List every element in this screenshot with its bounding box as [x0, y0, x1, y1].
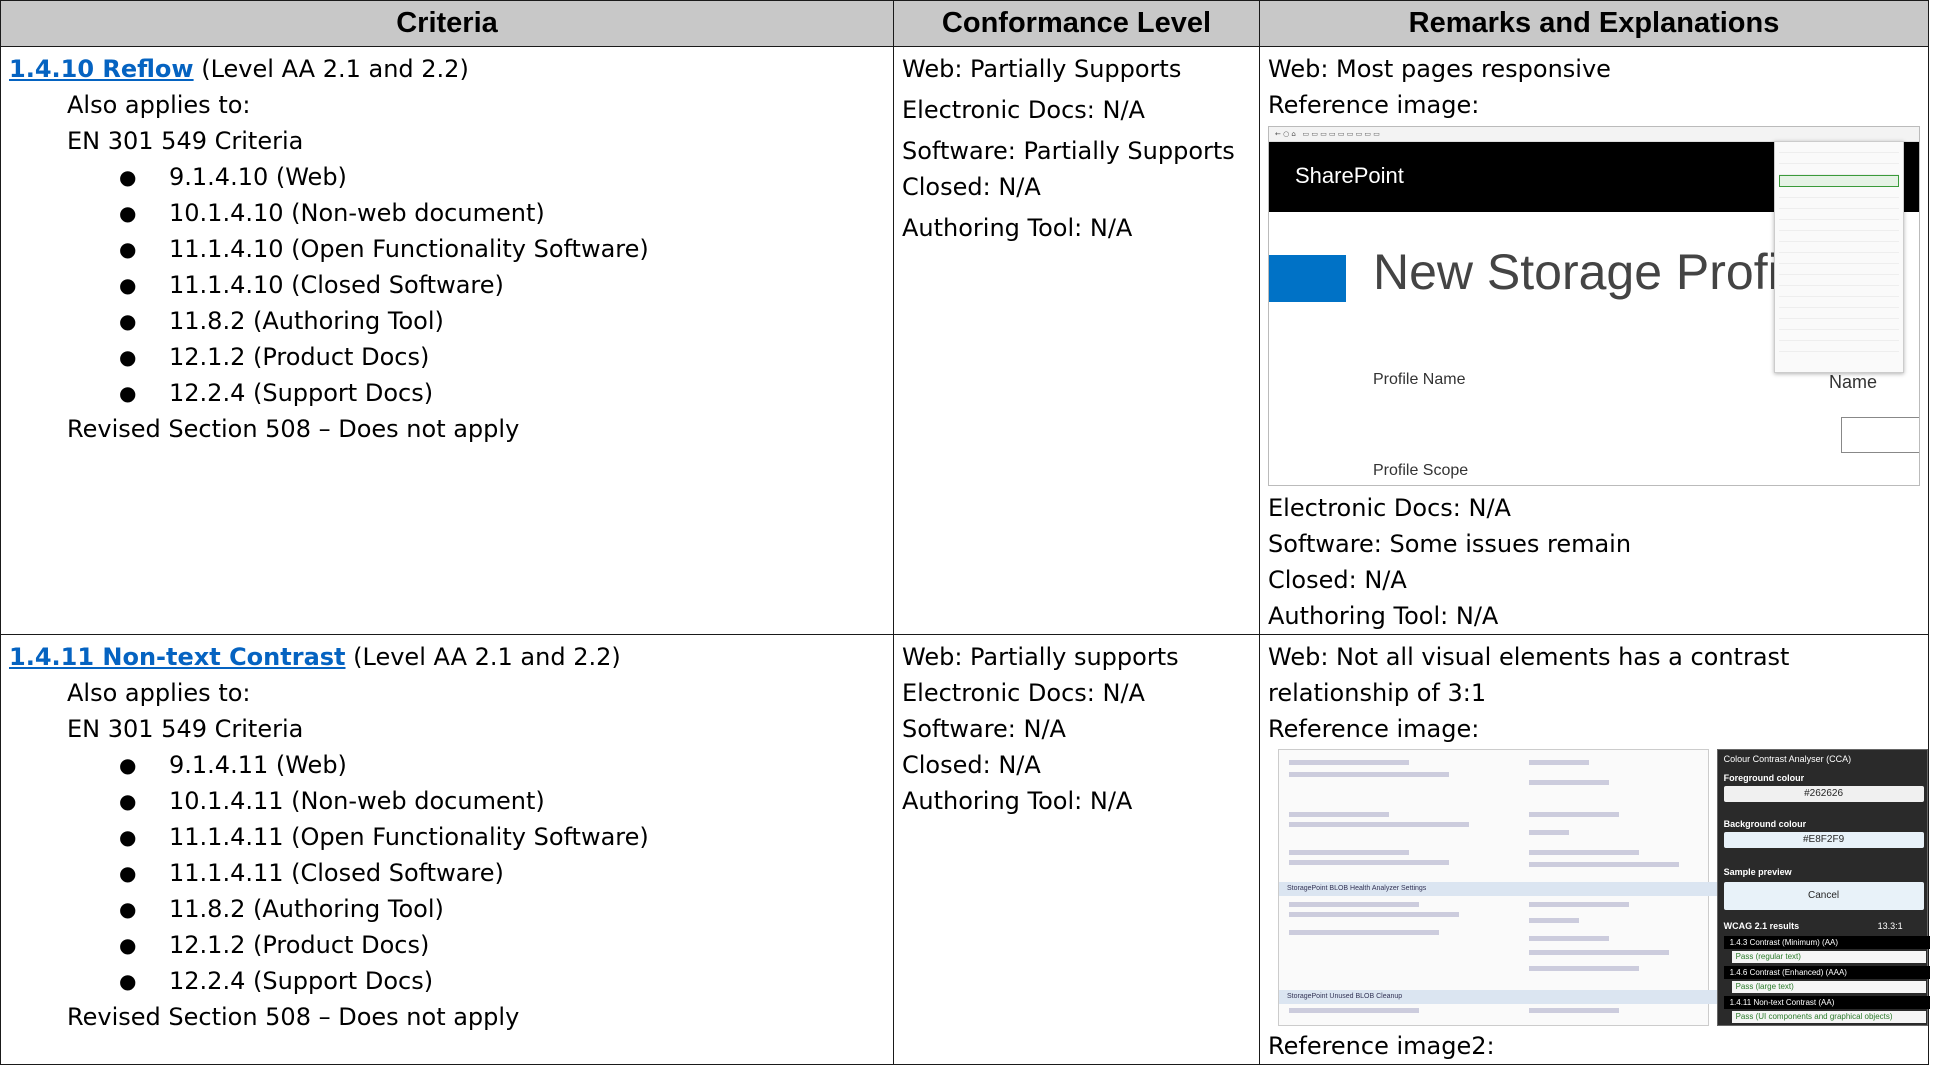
conformance-closed: Closed: N/A — [902, 751, 1041, 779]
name-input-box — [1841, 417, 1919, 453]
remark-software: Software: Some issues remain — [1268, 530, 1632, 558]
remarks-cell: Web: Not all visual elements has a contr… — [1259, 634, 1930, 1065]
conformance-web: Web: Partially Supports — [902, 55, 1182, 83]
list-item: 11.1.4.10 (Closed Software) — [119, 267, 893, 303]
en-criteria-list: 9.1.4.11 (Web) 10.1.4.11 (Non-web docume… — [9, 747, 893, 999]
reference-image-label: Reference image: — [1268, 91, 1480, 119]
reference-image2-label: Reference image2: — [1268, 1032, 1495, 1060]
conformance-web: Web: Partially supports — [902, 643, 1179, 671]
en-criteria-label: EN 301 549 Criteria — [67, 715, 304, 743]
list-item: 11.1.4.11 (Closed Software) — [119, 855, 893, 891]
result-1-4-3: 1.4.3 Contrast (Minimum) (AA) — [1723, 936, 1930, 949]
foreground-value: #262626 — [1723, 786, 1924, 802]
criteria-cell: 1.4.11 Non-text Contrast (Level AA 2.1 a… — [0, 634, 894, 1065]
cca-title: Colour Contrast Analyser (CCA) — [1723, 754, 1852, 764]
criterion-heading: 1.4.11 Non-text Contrast (Level AA 2.1 a… — [9, 639, 893, 675]
list-item: 12.1.2 (Product Docs) — [119, 339, 893, 375]
storagepoint-settings-screenshot: StoragePoint BLOB Health Analyzer Settin… — [1278, 749, 1719, 1026]
sharepoint-brand: SharePoint — [1295, 163, 1404, 188]
profile-name-label: Profile Name — [1373, 371, 1466, 388]
result-1-4-6: 1.4.6 Contrast (Enhanced) (AAA) — [1723, 966, 1930, 979]
contrast-ratio: 13.3:1 — [1877, 921, 1903, 931]
table-header-row: Criteria Conformance Level Remarks and E… — [0, 0, 1929, 47]
remark-web: Web: Not all visual elements has a contr… — [1268, 643, 1790, 671]
header-conformance-level: Conformance Level — [893, 0, 1260, 47]
table-row: 1.4.11 Non-text Contrast (Level AA 2.1 a… — [0, 634, 1930, 1065]
background-value: #E8F2F9 — [1723, 832, 1924, 848]
conformance-cell: Web: Partially Supports Electronic Docs:… — [893, 46, 1260, 635]
en-criteria-label: EN 301 549 Criteria — [67, 127, 304, 155]
list-item: 11.1.4.11 (Open Functionality Software) — [119, 819, 893, 855]
list-item: 11.1.4.10 (Open Functionality Software) — [119, 231, 893, 267]
page-title: New Storage Profile — [1373, 244, 1818, 300]
list-item: 12.1.2 (Product Docs) — [119, 927, 893, 963]
browser-address-bar: ← ○ ⌂ ▭ ▭ ▭ ▭ ▭ ▭ ▭ ▭ ▭ — [1269, 127, 1919, 142]
header-remarks: Remarks and Explanations — [1259, 0, 1929, 47]
conformance-table: Criteria Conformance Level Remarks and E… — [0, 0, 1930, 1065]
header-criteria: Criteria — [0, 0, 894, 47]
criterion-heading: 1.4.10 Reflow (Level AA 2.1 and 2.2) — [9, 51, 893, 87]
list-item: 11.8.2 (Authoring Tool) — [119, 891, 893, 927]
profile-scope-label: Profile Scope — [1373, 462, 1469, 479]
remark-docs: Electronic Docs: N/A — [1268, 494, 1511, 522]
remarks-cell: Web: Most pages responsive Reference ima… — [1259, 46, 1929, 635]
remark-closed: Closed: N/A — [1268, 566, 1407, 594]
reference-image-contrast: StoragePoint BLOB Health Analyzer Settin… — [1268, 749, 1930, 1026]
conformance-software: Software: Partially Supports — [902, 137, 1235, 165]
pass-ui: Pass (UI components and graphical object… — [1731, 1011, 1926, 1023]
list-item: 12.2.4 (Support Docs) — [119, 963, 893, 999]
list-item: 9.1.4.11 (Web) — [119, 747, 893, 783]
conformance-docs: Electronic Docs: N/A — [902, 679, 1145, 707]
also-applies-label: Also applies to: — [67, 91, 251, 119]
reference-image-label: Reference image: — [1268, 715, 1480, 743]
remark-web-cont: relationship of 3:1 — [1268, 679, 1487, 707]
criterion-level: (Level AA 2.1 and 2.2) — [345, 643, 621, 671]
preview-cancel: Cancel — [1723, 882, 1924, 910]
section-508-note: Revised Section 508 – Does not apply — [67, 415, 520, 443]
list-item: 12.2.4 (Support Docs) — [119, 375, 893, 411]
list-item: 9.1.4.10 (Web) — [119, 159, 893, 195]
conformance-software: Software: N/A — [902, 715, 1066, 743]
criterion-link-non-text-contrast[interactable]: 1.4.11 Non-text Contrast — [9, 643, 346, 671]
settings-heading-2: StoragePoint Unused BLOB Cleanup — [1287, 993, 1403, 1000]
pass-regular-1: Pass (regular text) — [1731, 951, 1926, 963]
sample-preview-label: Sample preview — [1723, 867, 1792, 877]
conformance-docs: Electronic Docs: N/A — [902, 96, 1145, 124]
list-item: 10.1.4.11 (Non-web document) — [119, 783, 893, 819]
page-icon-block — [1269, 255, 1346, 302]
conformance-authoring: Authoring Tool: N/A — [902, 787, 1133, 815]
remark-web: Web: Most pages responsive — [1268, 55, 1611, 83]
en-criteria-list: 9.1.4.10 (Web) 10.1.4.10 (Non-web docume… — [9, 159, 893, 411]
table-row: 1.4.10 Reflow (Level AA 2.1 and 2.2) Als… — [0, 46, 1929, 635]
foreground-label: Foreground colour — [1723, 773, 1805, 783]
colour-contrast-analyser-screenshot: Colour Contrast Analyser (CCA) Foregroun… — [1716, 749, 1930, 1026]
background-label: Background colour — [1723, 819, 1807, 829]
name-label: Name — [1829, 372, 1878, 392]
also-applies-label: Also applies to: — [67, 679, 251, 707]
list-item: 10.1.4.10 (Non-web document) — [119, 195, 893, 231]
conformance-authoring: Authoring Tool: N/A — [902, 214, 1133, 242]
conformance-cell: Web: Partially supports Electronic Docs:… — [893, 634, 1260, 1065]
conformance-closed: Closed: N/A — [902, 173, 1041, 201]
remark-authoring: Authoring Tool: N/A — [1268, 602, 1499, 630]
criteria-cell: 1.4.10 Reflow (Level AA 2.1 and 2.2) Als… — [0, 46, 894, 635]
settings-heading: StoragePoint BLOB Health Analyzer Settin… — [1287, 885, 1427, 892]
results-label: WCAG 2.1 results — [1723, 921, 1800, 931]
result-1-4-11: 1.4.11 Non-text Contrast (AA) — [1723, 996, 1930, 1009]
criterion-link-reflow[interactable]: 1.4.10 Reflow — [9, 55, 194, 83]
pass-large: Pass (large text) — [1731, 981, 1926, 993]
list-item: 11.8.2 (Authoring Tool) — [119, 303, 893, 339]
criterion-level: (Level AA 2.1 and 2.2) — [193, 55, 469, 83]
browser-menu — [1774, 141, 1904, 373]
reference-image-sharepoint: ← ○ ⌂ ▭ ▭ ▭ ▭ ▭ ▭ ▭ ▭ ▭ SharePoint New S… — [1268, 126, 1920, 486]
